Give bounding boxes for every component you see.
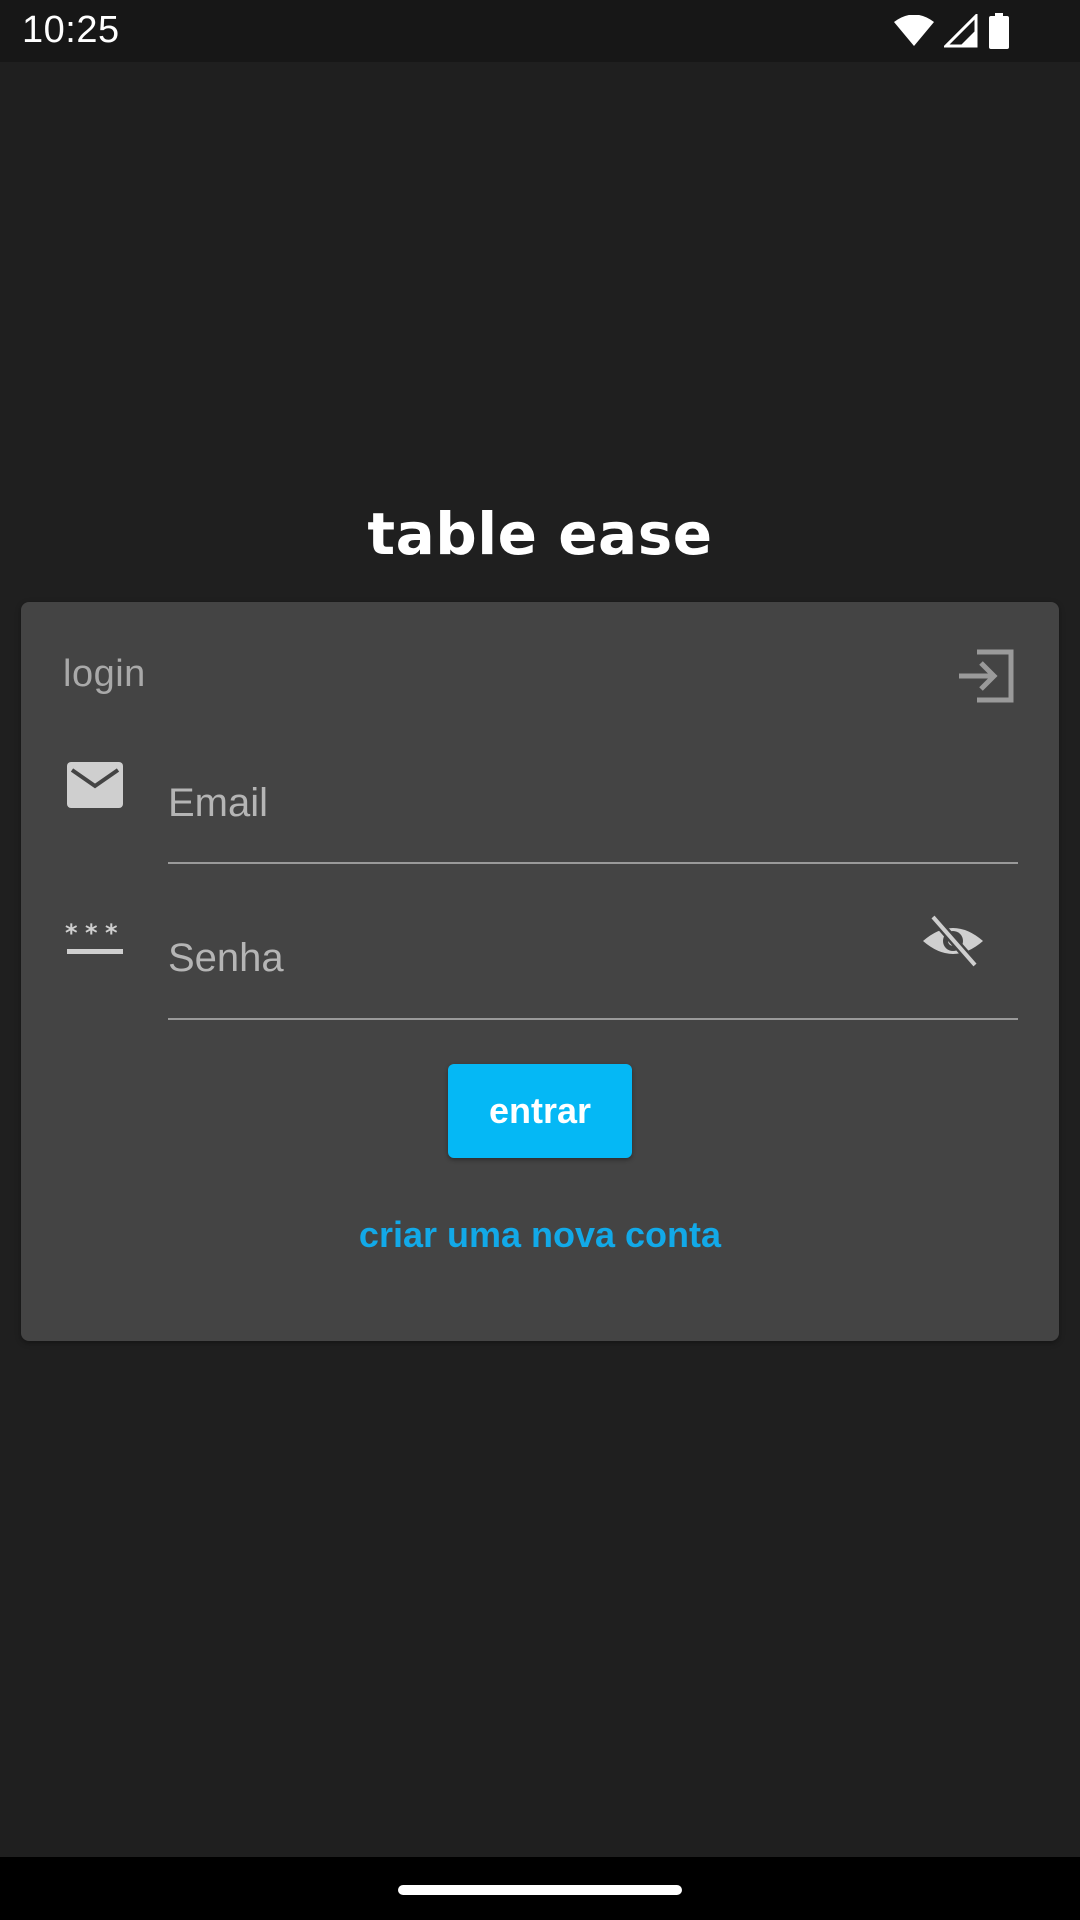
signal-icon [944, 14, 978, 48]
status-icons [894, 13, 1010, 49]
status-bar: 10:25 [0, 0, 1080, 62]
login-heading: login [63, 653, 146, 695]
svg-text:*: * [105, 919, 118, 947]
navigation-bar [0, 1857, 1080, 1920]
submit-button[interactable]: entrar [448, 1064, 632, 1158]
svg-text:*: * [85, 919, 98, 947]
visibility-off-icon[interactable] [921, 913, 985, 969]
app-title: table ease [367, 500, 713, 568]
login-icon [959, 649, 1014, 703]
battery-icon [989, 13, 1009, 49]
password-field[interactable] [168, 898, 1018, 1020]
svg-text:*: * [65, 919, 78, 947]
login-card: login * * * entrar criar uma nova conta [21, 602, 1059, 1341]
password-icon: * * * [65, 919, 123, 954]
email-icon [67, 762, 123, 808]
create-account-link[interactable]: criar uma nova conta [21, 1214, 1059, 1256]
email-field[interactable] [168, 744, 1018, 864]
wifi-icon [894, 15, 934, 46]
status-time: 10:25 [22, 9, 120, 51]
home-handle[interactable] [398, 1885, 682, 1895]
